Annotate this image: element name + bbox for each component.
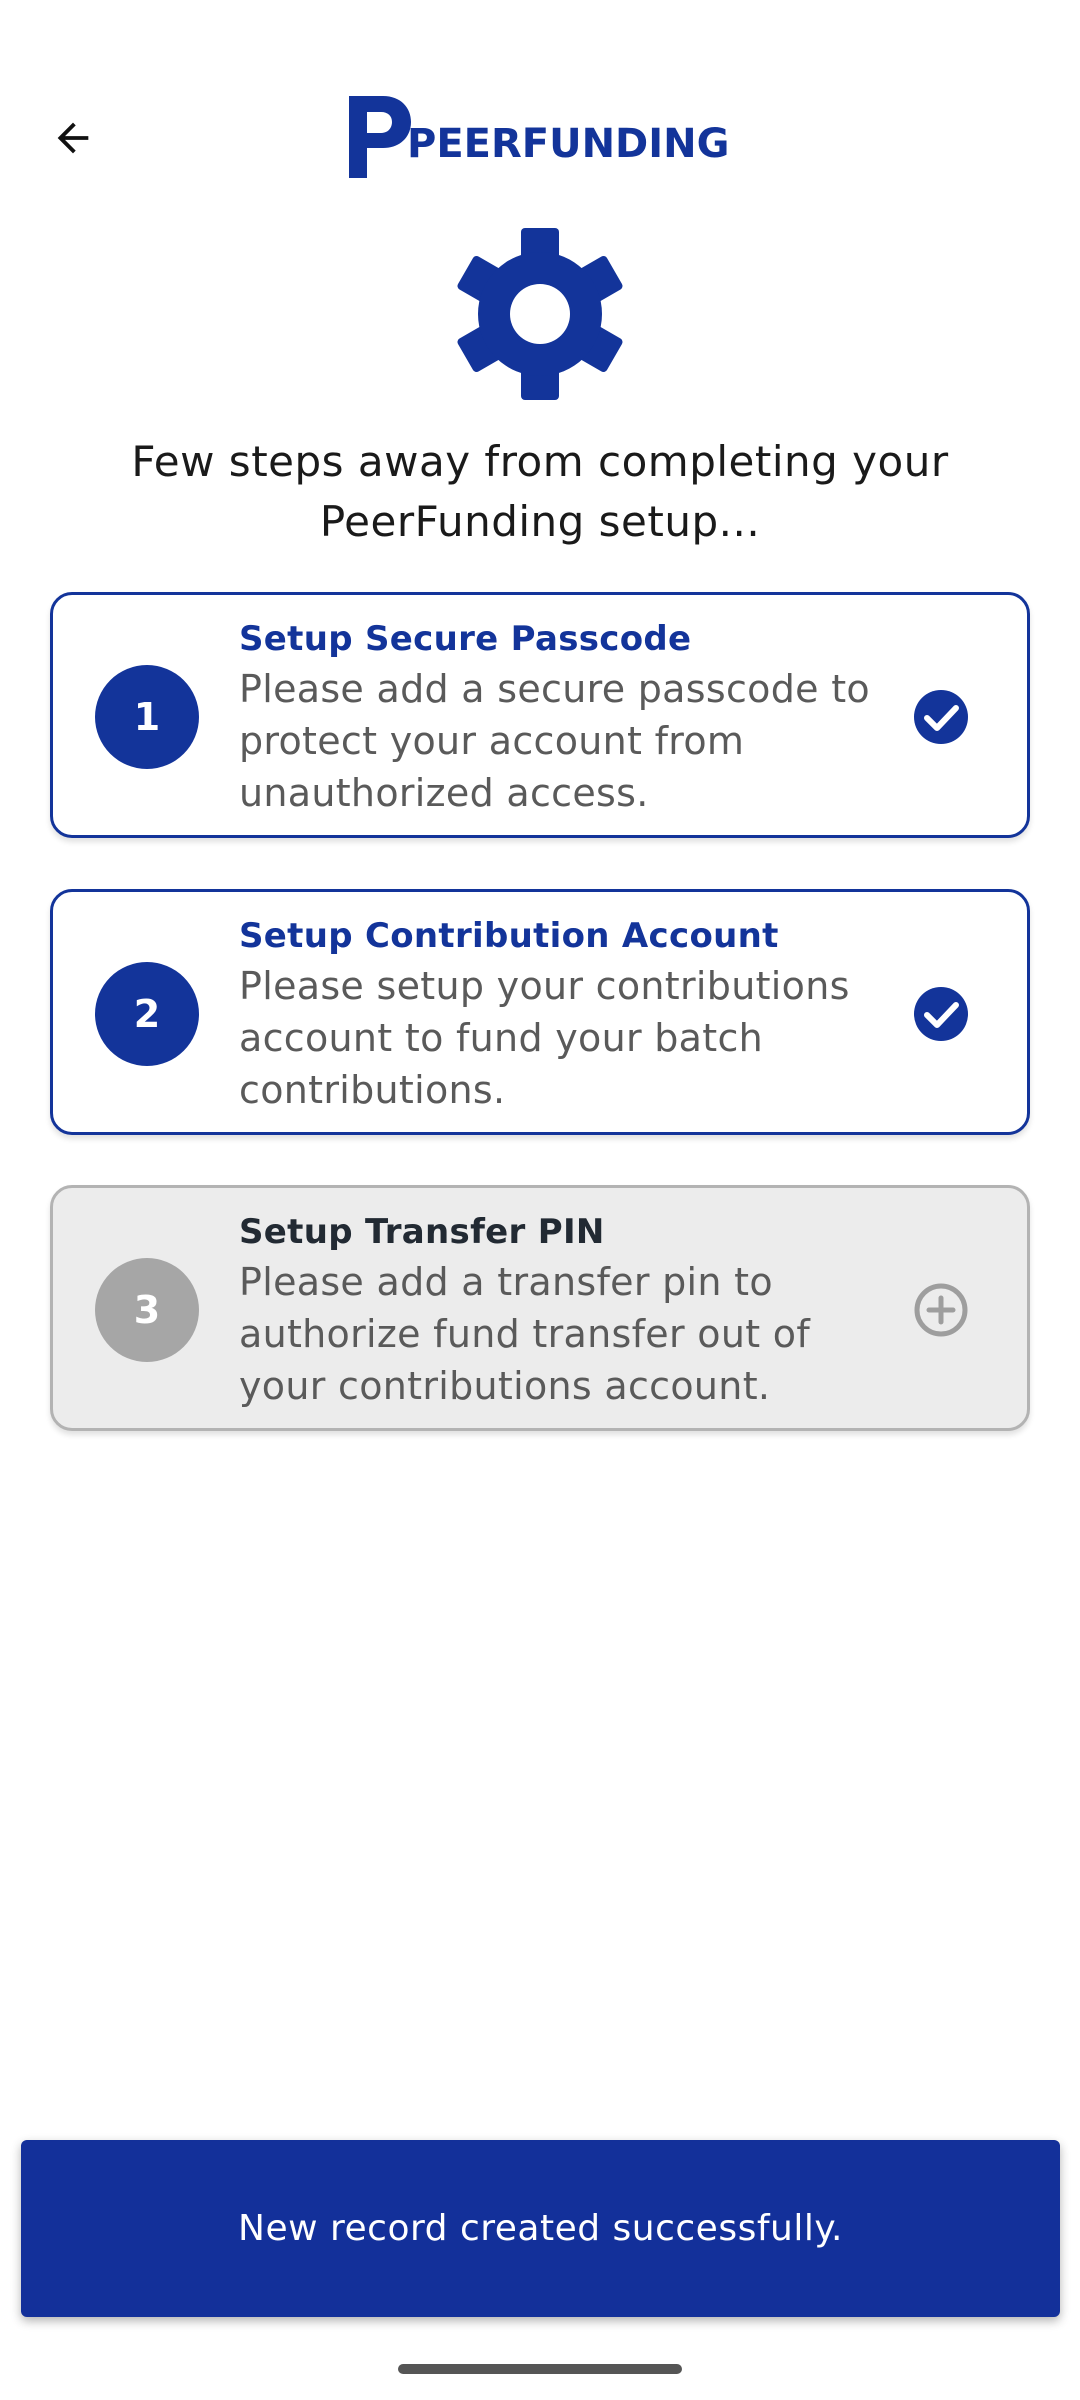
arrow-left-icon [57,122,89,154]
step-number-badge: 1 [95,665,199,769]
snackbar-message: New record created successfully. [21,2140,1060,2317]
logo-text: PEERFUNDING [407,121,730,167]
step-card-passcode[interactable]: 1 Setup Secure Passcode Please add a sec… [50,592,1030,838]
step-title: Setup Transfer PIN [239,1212,605,1252]
step-description: Please add a transfer pin to authorize f… [239,1260,811,1408]
step-card-transfer-pin[interactable]: 3 Setup Transfer PIN Please add a transf… [50,1185,1030,1431]
step-description: Please add a secure passcode to protect … [239,667,870,815]
step-number-badge: 3 [95,1258,199,1362]
setup-intro-text: Few steps away from completing your Peer… [131,437,949,546]
step-number-badge: 2 [95,962,199,1066]
logo-mark-icon [349,96,411,178]
peerfunding-logo: PEERFUNDING [347,96,729,178]
step-title: Setup Contribution Account [239,916,779,956]
home-indicator[interactable] [398,2364,682,2374]
back-button[interactable] [40,105,106,171]
check-circle-icon [914,690,968,744]
step-description: Please setup your contributions account … [239,964,850,1112]
gear-icon [457,228,623,400]
plus-circle-icon [914,1283,968,1337]
step-card-contribution-account[interactable]: 2 Setup Contribution Account Please setu… [50,889,1030,1135]
check-circle-icon [914,987,968,1041]
step-title: Setup Secure Passcode [239,619,692,659]
